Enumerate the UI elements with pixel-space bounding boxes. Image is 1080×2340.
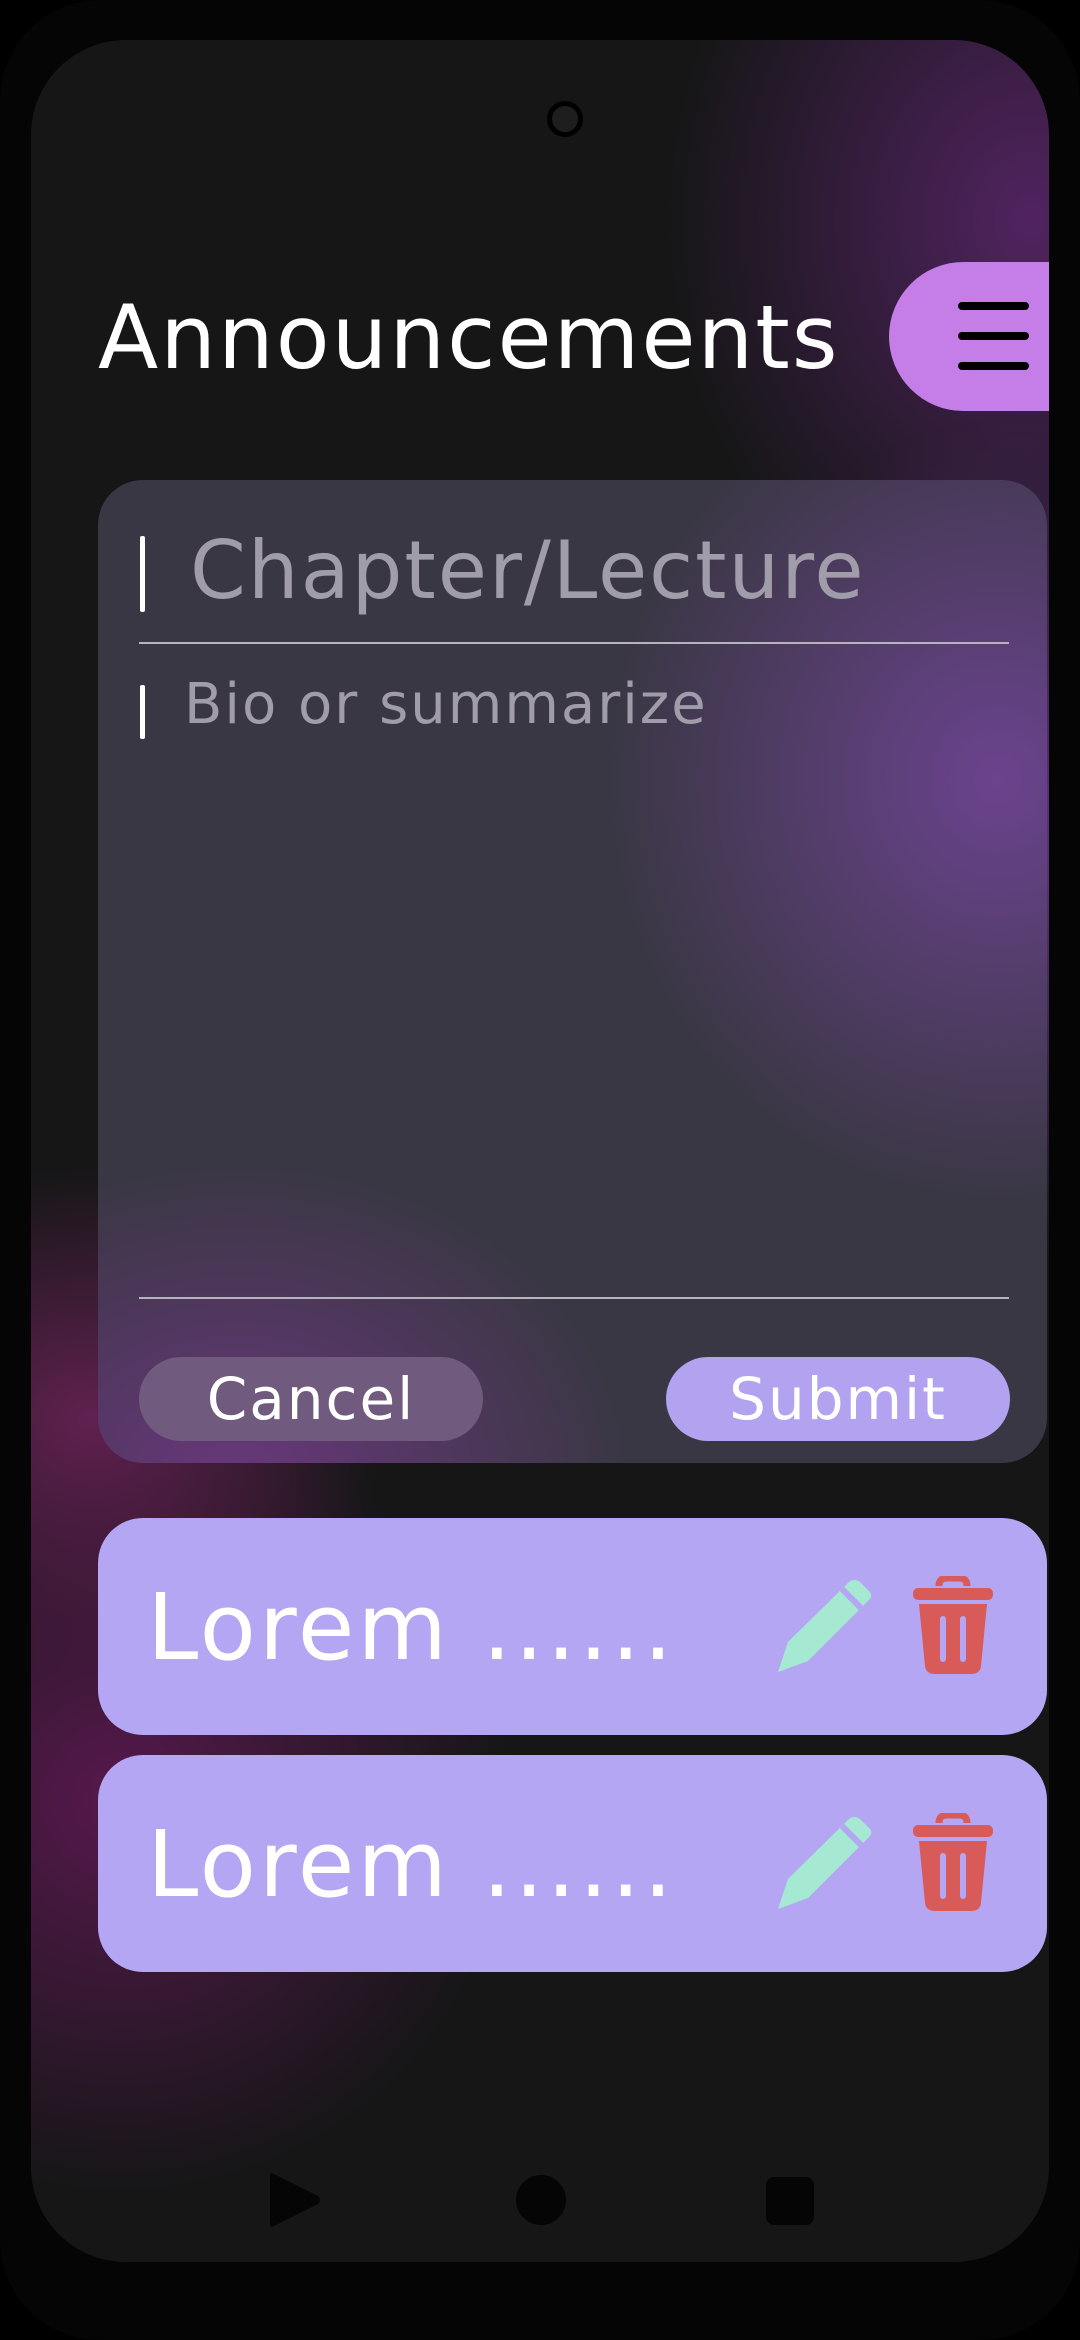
phone-frame: Announcements Cancel Submit Lorem ...... xyxy=(0,0,1080,2340)
summary-divider xyxy=(139,1297,1009,1299)
submit-button[interactable]: Submit xyxy=(666,1357,1010,1441)
summary-input[interactable] xyxy=(184,670,1014,1270)
app-screen: Announcements Cancel Submit Lorem ...... xyxy=(31,40,1049,2262)
square-recents-icon[interactable] xyxy=(766,2177,814,2225)
trash-icon[interactable] xyxy=(913,1813,993,1913)
list-item-text: Lorem ...... xyxy=(147,1574,676,1681)
list-item[interactable]: Lorem ...... xyxy=(98,1755,1047,1972)
front-camera xyxy=(547,101,583,137)
pencil-icon[interactable] xyxy=(774,1576,874,1676)
title-divider xyxy=(139,642,1009,644)
pencil-icon[interactable] xyxy=(774,1813,874,1913)
text-cursor xyxy=(140,685,145,739)
triangle-back-icon[interactable] xyxy=(264,2170,324,2230)
list-item-text: Lorem ...... xyxy=(147,1811,676,1918)
page-title: Announcements xyxy=(98,286,840,389)
hamburger-menu-icon xyxy=(958,302,1029,370)
trash-icon[interactable] xyxy=(913,1576,993,1676)
circle-home-icon[interactable] xyxy=(516,2175,566,2225)
chapter-lecture-input[interactable] xyxy=(190,520,1010,620)
list-item[interactable]: Lorem ...... xyxy=(98,1518,1047,1735)
menu-button[interactable] xyxy=(889,262,1049,411)
system-navigation-bar xyxy=(31,2170,1049,2250)
announcement-form: Cancel Submit xyxy=(98,480,1047,1463)
cancel-button[interactable]: Cancel xyxy=(139,1357,483,1441)
text-cursor xyxy=(140,536,145,612)
